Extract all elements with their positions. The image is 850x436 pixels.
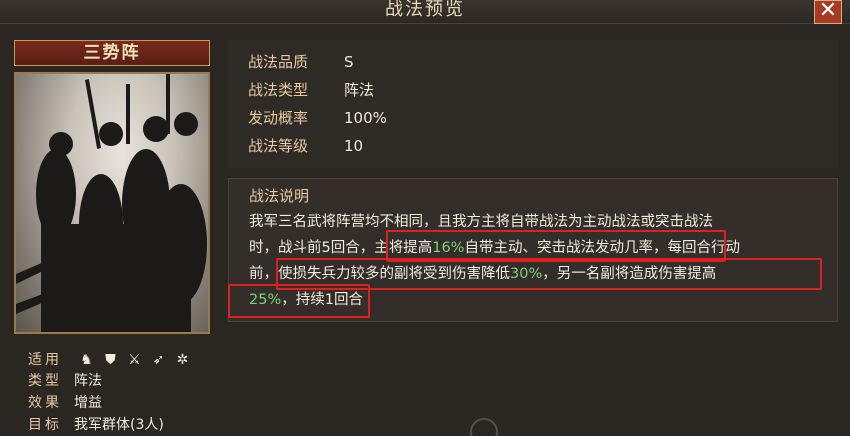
- card-name: 三势阵: [14, 40, 210, 66]
- annotation-box: [228, 284, 370, 318]
- attr-label: 类型: [28, 373, 62, 389]
- info-value: 阵法: [344, 81, 375, 99]
- close-icon[interactable]: ✕: [814, 0, 842, 24]
- card-artwork: [14, 72, 210, 334]
- attr-value: 增益: [74, 395, 102, 411]
- watermark-logo: [470, 418, 498, 436]
- attr-applicable: 适用 ♞ ⛊ ⚔ ➶ ✲: [28, 350, 190, 370]
- archer-icon: ➶: [152, 352, 165, 368]
- description-heading: 战法说明: [249, 187, 310, 205]
- info-panel: 战法品质 S 战法类型 阵法 发动概率 100% 战法等级 10: [228, 40, 838, 168]
- info-label: 战法品质: [248, 53, 309, 71]
- cavalry-icon: ♞: [80, 352, 93, 368]
- attr-label: 目标: [28, 417, 62, 433]
- info-label: 战法类型: [248, 81, 309, 99]
- attr-type: 类型 阵法: [28, 371, 102, 391]
- siege-wheel-icon: ✲: [176, 352, 189, 368]
- attr-effect: 效果 增益: [28, 393, 102, 413]
- attr-label: 适用: [28, 352, 62, 368]
- info-value: 100%: [344, 109, 387, 127]
- attr-value: 我军群体(3人): [74, 417, 164, 433]
- info-label: 战法等级: [248, 137, 309, 155]
- info-value: S: [344, 53, 354, 71]
- attr-value: 阵法: [74, 373, 102, 389]
- info-quality: 战法品质 S: [248, 52, 354, 72]
- info-value: 10: [344, 137, 364, 155]
- crossed-swords-icon: ⚔: [128, 352, 141, 368]
- info-probability: 发动概率 100%: [248, 108, 387, 128]
- info-label: 发动概率: [248, 109, 309, 127]
- info-type: 战法类型 阵法: [248, 80, 374, 100]
- shield-icon: ⛊: [105, 352, 116, 368]
- title-bar: 战法预览 ✕: [0, 0, 850, 24]
- attr-target: 目标 我军群体(3人): [28, 415, 164, 435]
- info-level: 战法等级 10: [248, 136, 363, 156]
- attr-label: 效果: [28, 395, 62, 411]
- window-title: 战法预览: [385, 0, 465, 20]
